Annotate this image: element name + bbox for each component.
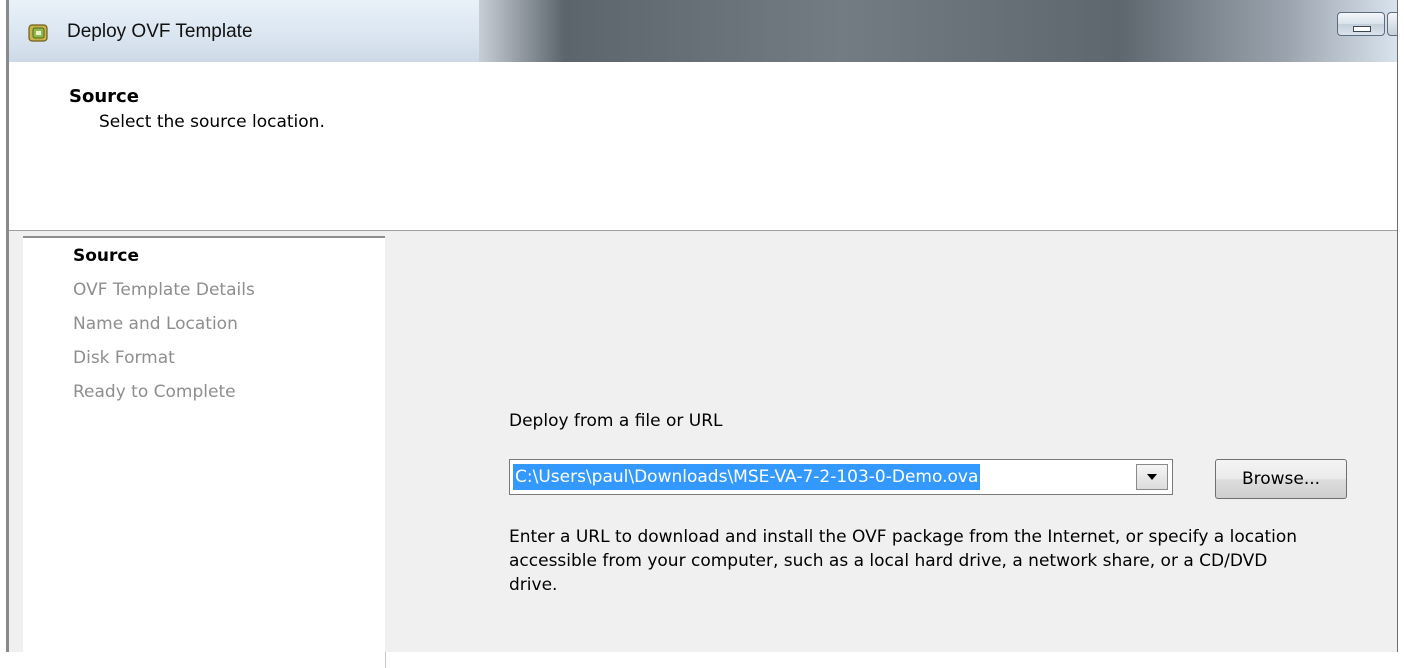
ovf-package-icon	[28, 24, 48, 42]
browse-button[interactable]: Browse...	[1215, 459, 1347, 499]
maximize-button[interactable]	[1387, 12, 1397, 36]
source-location-combobox[interactable]: C:\Users\paul\Downloads\MSE-VA-7-2-103-0…	[509, 459, 1173, 495]
help-text: Enter a URL to download and install the …	[509, 527, 1298, 595]
window-title: Deploy OVF Template	[67, 21, 253, 42]
wizard-steps: Source OVF Template Details Name and Loc…	[23, 236, 386, 668]
step-source: Source	[73, 246, 140, 266]
dialog-window: Deploy OVF Template Source Select the so…	[6, 0, 1398, 668]
deploy-source-label: Deploy from a file or URL	[509, 411, 723, 431]
step-disk-format: Disk Format	[73, 348, 175, 368]
page-title: Source	[69, 86, 139, 107]
page-subtitle: Select the source location.	[99, 112, 325, 132]
title-bar[interactable]: Deploy OVF Template	[9, 0, 1397, 63]
source-location-value[interactable]: C:\Users\paul\Downloads\MSE-VA-7-2-103-0…	[513, 464, 981, 490]
main-panel: Deploy from a file or URL C:\Users\paul\…	[385, 231, 1397, 652]
minimize-icon	[1353, 26, 1371, 32]
wizard-header: Source Select the source location.	[9, 62, 1397, 231]
step-ovf-template-details: OVF Template Details	[73, 280, 255, 300]
chevron-down-icon[interactable]	[1136, 464, 1168, 490]
step-name-and-location: Name and Location	[73, 314, 238, 334]
step-ready-to-complete: Ready to Complete	[73, 382, 236, 402]
minimize-button[interactable]	[1337, 12, 1385, 36]
